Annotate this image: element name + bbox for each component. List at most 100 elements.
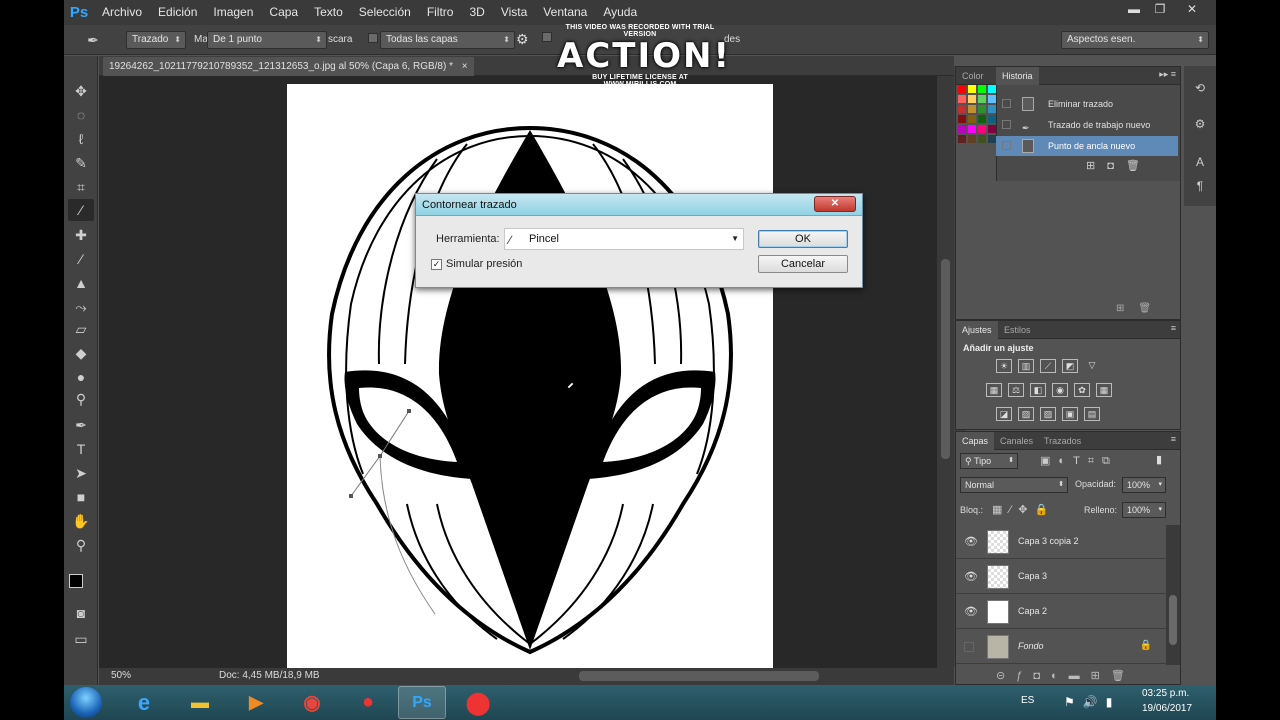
curves-icon[interactable]: ⟋	[1040, 359, 1056, 373]
posterize-icon[interactable]: ▨	[1018, 407, 1034, 421]
hand-tool-icon[interactable]: ✋	[68, 510, 94, 532]
tab-color[interactable]: Color	[956, 67, 990, 85]
media-player-icon[interactable]: ▶	[232, 686, 280, 719]
history-brush-icon[interactable]: ⤳	[68, 296, 94, 318]
swatch[interactable]	[978, 125, 986, 133]
swatch[interactable]	[978, 135, 986, 143]
brush-tool-icon[interactable]: ∕	[68, 248, 94, 270]
color-lookup-icon[interactable]: ▦	[1096, 383, 1112, 397]
filter-toggle-icon[interactable]: ▮	[1156, 453, 1162, 466]
file-explorer-icon[interactable]: ▬	[176, 686, 224, 719]
simulate-pressure-checkbox[interactable]: ✓	[431, 259, 442, 270]
canvas-area[interactable]	[99, 76, 937, 668]
layer-row[interactable]: 👁 Capa 3	[956, 560, 1166, 594]
history-panel-icon[interactable]: ⟲	[1188, 78, 1212, 98]
selective-color-icon[interactable]: ▣	[1062, 407, 1078, 421]
tab-ajustes[interactable]: Ajustes	[956, 321, 998, 339]
history-item[interactable]: ✒ Trazado de trabajo nuevo	[996, 115, 1178, 135]
panel-menu-icon[interactable]: ≡	[1171, 434, 1176, 444]
visibility-box[interactable]	[964, 642, 974, 652]
gear-icon[interactable]: ⚙	[516, 31, 529, 48]
cancel-button[interactable]: Cancelar	[758, 255, 848, 273]
type-filter-icon[interactable]: T	[1073, 455, 1088, 467]
menu-ayuda[interactable]: Ayuda	[595, 0, 645, 25]
eraser-tool-icon[interactable]: ▱	[68, 318, 94, 340]
menu-filtro[interactable]: Filtro	[419, 0, 462, 25]
menu-texto[interactable]: Texto	[306, 0, 351, 25]
quick-mask-icon[interactable]: ◙	[68, 602, 94, 624]
adjustment-layer-icon[interactable]: ◐	[1051, 670, 1069, 682]
swatch[interactable]	[968, 85, 976, 93]
history-item[interactable]: Eliminar trazado	[996, 94, 1178, 114]
lasso-tool-icon[interactable]: ℓ	[68, 128, 94, 150]
gradient-map-icon[interactable]: ▤	[1084, 407, 1100, 421]
sample-layers-select[interactable]: Todas las capas ⬍	[380, 31, 515, 49]
vibrance-icon[interactable]: ▽	[1084, 359, 1100, 373]
dialog-close-button[interactable]: ✕	[814, 196, 856, 212]
foreground-color-swatch[interactable]	[69, 574, 83, 588]
eye-icon[interactable]: 👁	[964, 570, 978, 583]
internet-explorer-icon[interactable]: e	[120, 686, 168, 719]
swatch[interactable]	[988, 125, 996, 133]
levels-icon[interactable]: ▥	[1018, 359, 1034, 373]
close-window-button[interactable]: ✕	[1176, 0, 1208, 18]
layer-filter-select[interactable]: ⚲ Tipo ⬍	[960, 453, 1018, 469]
invert-icon[interactable]: ◪	[996, 407, 1012, 421]
pen-tool-preset-icon[interactable]: ✒	[80, 29, 106, 51]
new-snapshot-icon[interactable]: ⊞	[1086, 160, 1107, 172]
close-tab-icon[interactable]: ×	[462, 61, 468, 72]
panel-menu-icon[interactable]: ≡	[1171, 323, 1176, 333]
swatch[interactable]	[968, 115, 976, 123]
new-icon[interactable]: ⊞	[1116, 303, 1138, 314]
brightness-icon[interactable]: ☀	[996, 359, 1012, 373]
blur-tool-icon[interactable]: ●	[68, 366, 94, 388]
layer-row[interactable]: Fondo 🔒	[956, 630, 1166, 664]
camera-icon[interactable]: ◘	[1107, 160, 1126, 172]
swatch[interactable]	[958, 115, 966, 123]
restore-button[interactable]: ❐	[1146, 0, 1174, 18]
history-item-selected[interactable]: Punto de ancla nuevo	[996, 136, 1178, 156]
channel-mixer-icon[interactable]: ✿	[1074, 383, 1090, 397]
mask-icon[interactable]: ◘	[1033, 670, 1051, 682]
swatch[interactable]	[978, 115, 986, 123]
swatch[interactable]	[968, 125, 976, 133]
volume-icon[interactable]: 🔊	[1083, 695, 1106, 709]
layer-row[interactable]: 👁 Capa 2	[956, 595, 1166, 629]
trash-icon[interactable]: 🗑	[1126, 160, 1152, 172]
swatch[interactable]	[958, 85, 966, 93]
swatch[interactable]	[988, 85, 996, 93]
eye-icon[interactable]: 👁	[964, 605, 978, 618]
lock-position-icon[interactable]: ✥	[1018, 504, 1034, 516]
language-indicator[interactable]: ES	[1021, 695, 1034, 706]
menu-ventana[interactable]: Ventana	[535, 0, 595, 25]
screen-mode-icon[interactable]: ▭	[68, 628, 94, 650]
clock-time[interactable]: 03:25 p.m.	[1142, 688, 1189, 699]
new-layer-icon[interactable]: ⊞	[1091, 670, 1111, 682]
zoom-level[interactable]: 50%	[111, 670, 131, 681]
swatch[interactable]	[988, 115, 996, 123]
network-icon[interactable]: ▮	[1106, 695, 1121, 709]
tab-estilos[interactable]: Estilos	[998, 321, 1037, 339]
auto-add-checkbox[interactable]	[542, 32, 552, 43]
menu-3d[interactable]: 3D	[461, 0, 492, 25]
fill-field[interactable]: 100% ▾	[1122, 502, 1166, 518]
chrome-icon[interactable]: ◉	[288, 686, 336, 719]
exposure-icon[interactable]: ◩	[1062, 359, 1078, 373]
swatch[interactable]	[978, 105, 986, 113]
menu-vista[interactable]: Vista	[493, 0, 535, 25]
hue-saturation-icon[interactable]: ▦	[986, 383, 1002, 397]
dialog-title-bar[interactable]: Contornear trazado ✕	[416, 194, 862, 216]
swatch[interactable]	[968, 135, 976, 143]
swatch[interactable]	[988, 135, 996, 143]
swatch[interactable]	[968, 95, 976, 103]
tab-trazados[interactable]: Trazados	[1038, 432, 1087, 450]
menu-edicion[interactable]: Edición	[150, 0, 205, 25]
swatch[interactable]	[968, 105, 976, 113]
adjustment-filter-icon[interactable]: ◐	[1058, 455, 1073, 467]
lock-all-icon[interactable]: 🔒	[1034, 504, 1055, 516]
crop-tool-icon[interactable]: ⌗	[68, 176, 94, 198]
tool-select[interactable]: ∕ Pincel ▼	[504, 228, 744, 250]
tray-flag-icon[interactable]: ⚑	[1064, 695, 1083, 709]
pen-tool-icon[interactable]: ✒	[68, 414, 94, 436]
trash-icon[interactable]: 🗑	[1111, 670, 1136, 682]
